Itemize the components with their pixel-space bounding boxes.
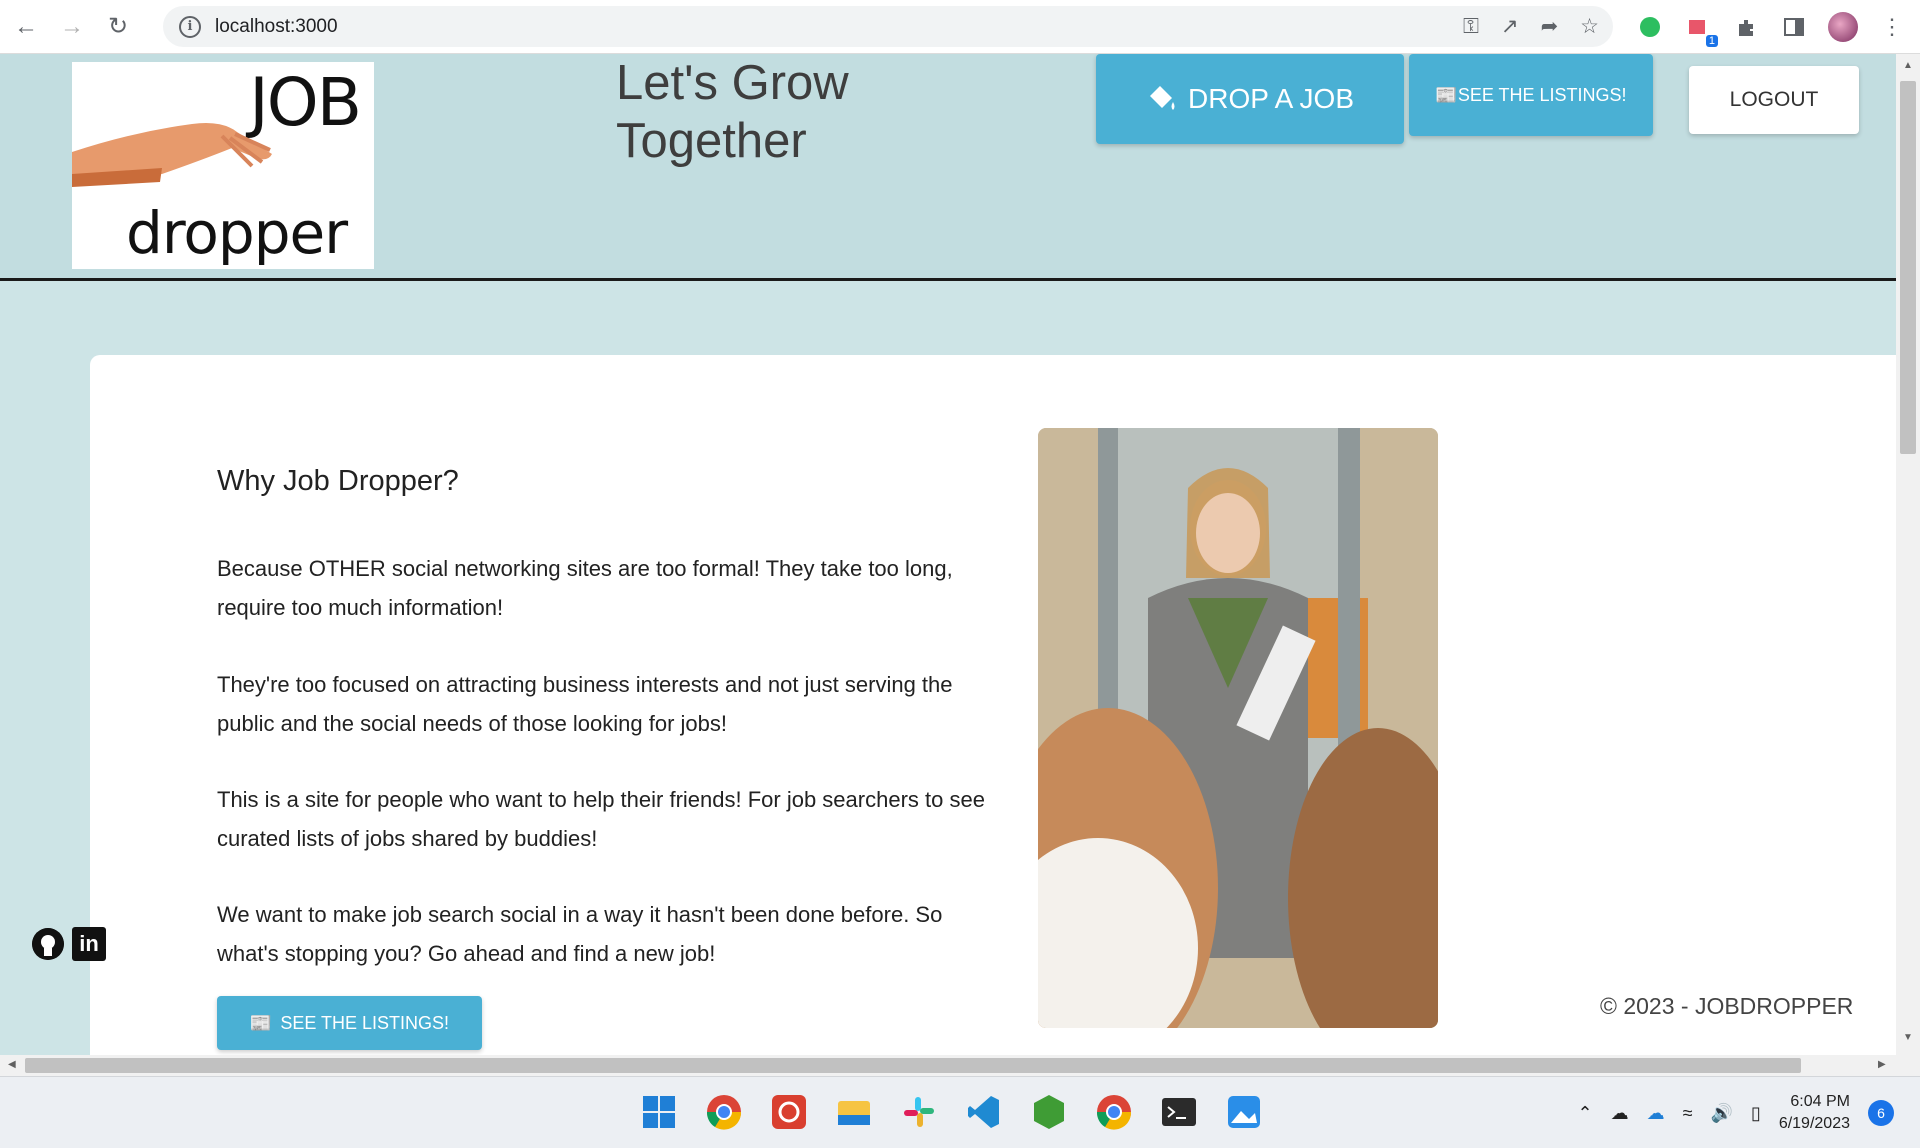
drop-a-job-label: DROP A JOB [1188, 83, 1354, 114]
see-listings-label: SEE THE LISTINGS! [280, 1012, 450, 1033]
menu-kebab-icon[interactable]: ⋮ [1878, 13, 1906, 41]
logo-dropper-text: dropper [126, 199, 348, 267]
file-explorer-icon[interactable] [835, 1093, 873, 1131]
github-icon[interactable] [32, 928, 64, 960]
cloud-sync-icon[interactable]: ☁ [1611, 1103, 1629, 1124]
share-icon[interactable]: ➦ [1541, 14, 1559, 39]
onedrive-icon[interactable]: ☁ [1647, 1103, 1665, 1124]
clock[interactable]: 6:04 PM 6/19/2023 [1779, 1091, 1850, 1135]
open-external-icon[interactable]: ↗ [1501, 14, 1519, 39]
paint-bucket-icon [1150, 86, 1175, 110]
terminal-icon[interactable] [1160, 1093, 1198, 1131]
site-header: JOB dropper Let's Grow Together DROP A J… [0, 54, 1896, 281]
volume-icon[interactable]: 🔊 [1710, 1103, 1732, 1124]
social-links: in [32, 927, 106, 961]
about-card: Why Job Dropper? Because OTHER social ne… [90, 355, 1896, 1055]
chrome-profile-taskbar-icon[interactable] [1095, 1093, 1133, 1131]
vertical-scrollbar-thumb[interactable] [1900, 81, 1916, 454]
paragraph-4: We want to make job search social in a w… [217, 902, 943, 966]
reload-icon[interactable]: ↻ [98, 7, 138, 47]
paragraph-2: They're too focused on attracting busine… [217, 672, 953, 736]
extension-with-badge-icon[interactable]: 1 [1684, 13, 1718, 47]
address-bar-url[interactable]: localhost:3000 [215, 16, 338, 38]
drop-a-job-button[interactable]: DROP A JOB [1096, 54, 1404, 144]
battery-icon[interactable]: ▯ [1751, 1103, 1761, 1124]
extensions-puzzle-icon[interactable] [1732, 13, 1760, 41]
browser-toolbar: ← → ↻ i localhost:3000 ⚿ ↗ ➦ ☆ 1 ⋮ [0, 0, 1920, 54]
see-listings-header-button[interactable]: 📰SEE THE LISTINGS! [1409, 54, 1653, 136]
chrome-taskbar-icon[interactable] [705, 1093, 743, 1131]
see-listings-header-label: 📰SEE THE LISTINGS! [1435, 82, 1626, 109]
back-icon[interactable]: ← [6, 7, 46, 47]
notification-badge[interactable]: 6 [1868, 1100, 1894, 1126]
scroll-left-arrow[interactable]: ◀ [8, 1059, 16, 1070]
clock-time: 6:04 PM [1790, 1093, 1850, 1110]
vscode-icon[interactable] [965, 1093, 1003, 1131]
profile-avatar[interactable] [1828, 12, 1858, 42]
scroll-right-arrow[interactable]: ▶ [1878, 1059, 1886, 1070]
side-panel-icon[interactable] [1780, 13, 1808, 41]
slack-icon[interactable] [900, 1093, 938, 1131]
see-listings-button[interactable]: 📰 SEE THE LISTINGS! [217, 996, 482, 1050]
chevron-up-icon[interactable]: ⌃ [1578, 1103, 1593, 1124]
clock-date: 6/19/2023 [1778, 1115, 1850, 1132]
nodejs-icon[interactable] [1030, 1093, 1068, 1131]
horizontal-scrollbar-thumb[interactable] [25, 1058, 1801, 1073]
site-info-icon[interactable]: i [179, 15, 201, 38]
paragraph-1: Because OTHER social networking sites ar… [217, 556, 953, 620]
scroll-down-arrow[interactable]: ▼ [1903, 1032, 1913, 1043]
scroll-up-arrow[interactable]: ▲ [1903, 60, 1913, 71]
key-icon[interactable]: ⚿ [1463, 15, 1479, 39]
newspaper-icon: 📰 [249, 1012, 273, 1033]
section-title: Why Job Dropper? [217, 465, 459, 497]
system-tray: ⌃ ☁ ☁ ≈ 🔊 ▯ 6:04 PM 6/19/2023 6 [1578, 1077, 1894, 1148]
photos-icon[interactable] [1225, 1093, 1263, 1131]
forward-icon[interactable]: → [52, 7, 92, 47]
jobdropper-logo[interactable]: JOB dropper [72, 62, 374, 269]
start-windows-icon[interactable] [640, 1093, 678, 1131]
newspaper-icon: 📰 [1435, 84, 1458, 105]
address-bar[interactable]: i localhost:3000 ⚿ ↗ ➦ ☆ [163, 6, 1613, 47]
page-viewport: JOB dropper Let's Grow Together DROP A J… [0, 54, 1896, 1055]
wifi-icon[interactable]: ≈ [1683, 1103, 1693, 1124]
windows-taskbar: ⌃ ☁ ☁ ≈ 🔊 ▯ 6:04 PM 6/19/2023 6 [0, 1076, 1920, 1148]
tagline: Let's Grow Together [616, 56, 849, 168]
handshake-photo [1038, 428, 1438, 1028]
app-red-taskbar-icon[interactable] [770, 1093, 808, 1131]
copyright-text: © 2023 - JOBDROPPER [1600, 993, 1854, 1019]
logout-button[interactable]: LOGOUT [1689, 66, 1859, 134]
bookmark-star-icon[interactable]: ☆ [1580, 14, 1599, 39]
evernote-extension-icon[interactable] [1636, 13, 1664, 41]
see-listings-header-text: SEE THE LISTINGS! [1457, 84, 1627, 105]
paragraph-3: This is a site for people who want to he… [217, 787, 985, 851]
linkedin-icon[interactable]: in [72, 927, 106, 961]
